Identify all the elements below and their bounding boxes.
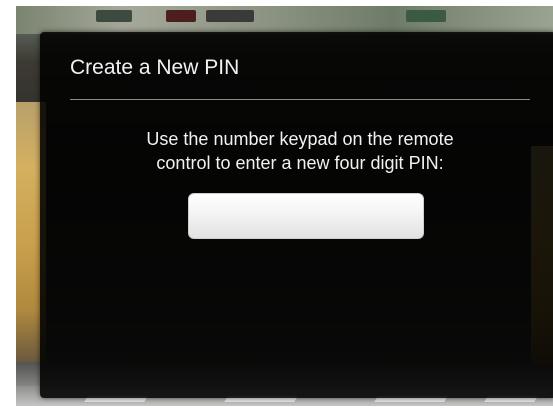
tv-screen: Create a New PIN Use the number keypad o… xyxy=(16,6,553,406)
pin-entry-field[interactable] xyxy=(188,193,424,239)
background-street-sign xyxy=(206,10,254,22)
pin-instructions: Use the number keypad on the remote cont… xyxy=(80,127,520,175)
background-street-sign xyxy=(406,10,446,22)
create-pin-dialog: Create a New PIN Use the number keypad o… xyxy=(40,32,553,398)
instruction-line: Use the number keypad on the remote xyxy=(146,129,454,149)
background-street-sign xyxy=(96,10,132,22)
instruction-line: control to enter a new four digit PIN: xyxy=(156,153,444,173)
title-divider xyxy=(70,99,530,100)
background-street-sign xyxy=(166,10,196,22)
dialog-title: Create a New PIN xyxy=(70,56,240,79)
